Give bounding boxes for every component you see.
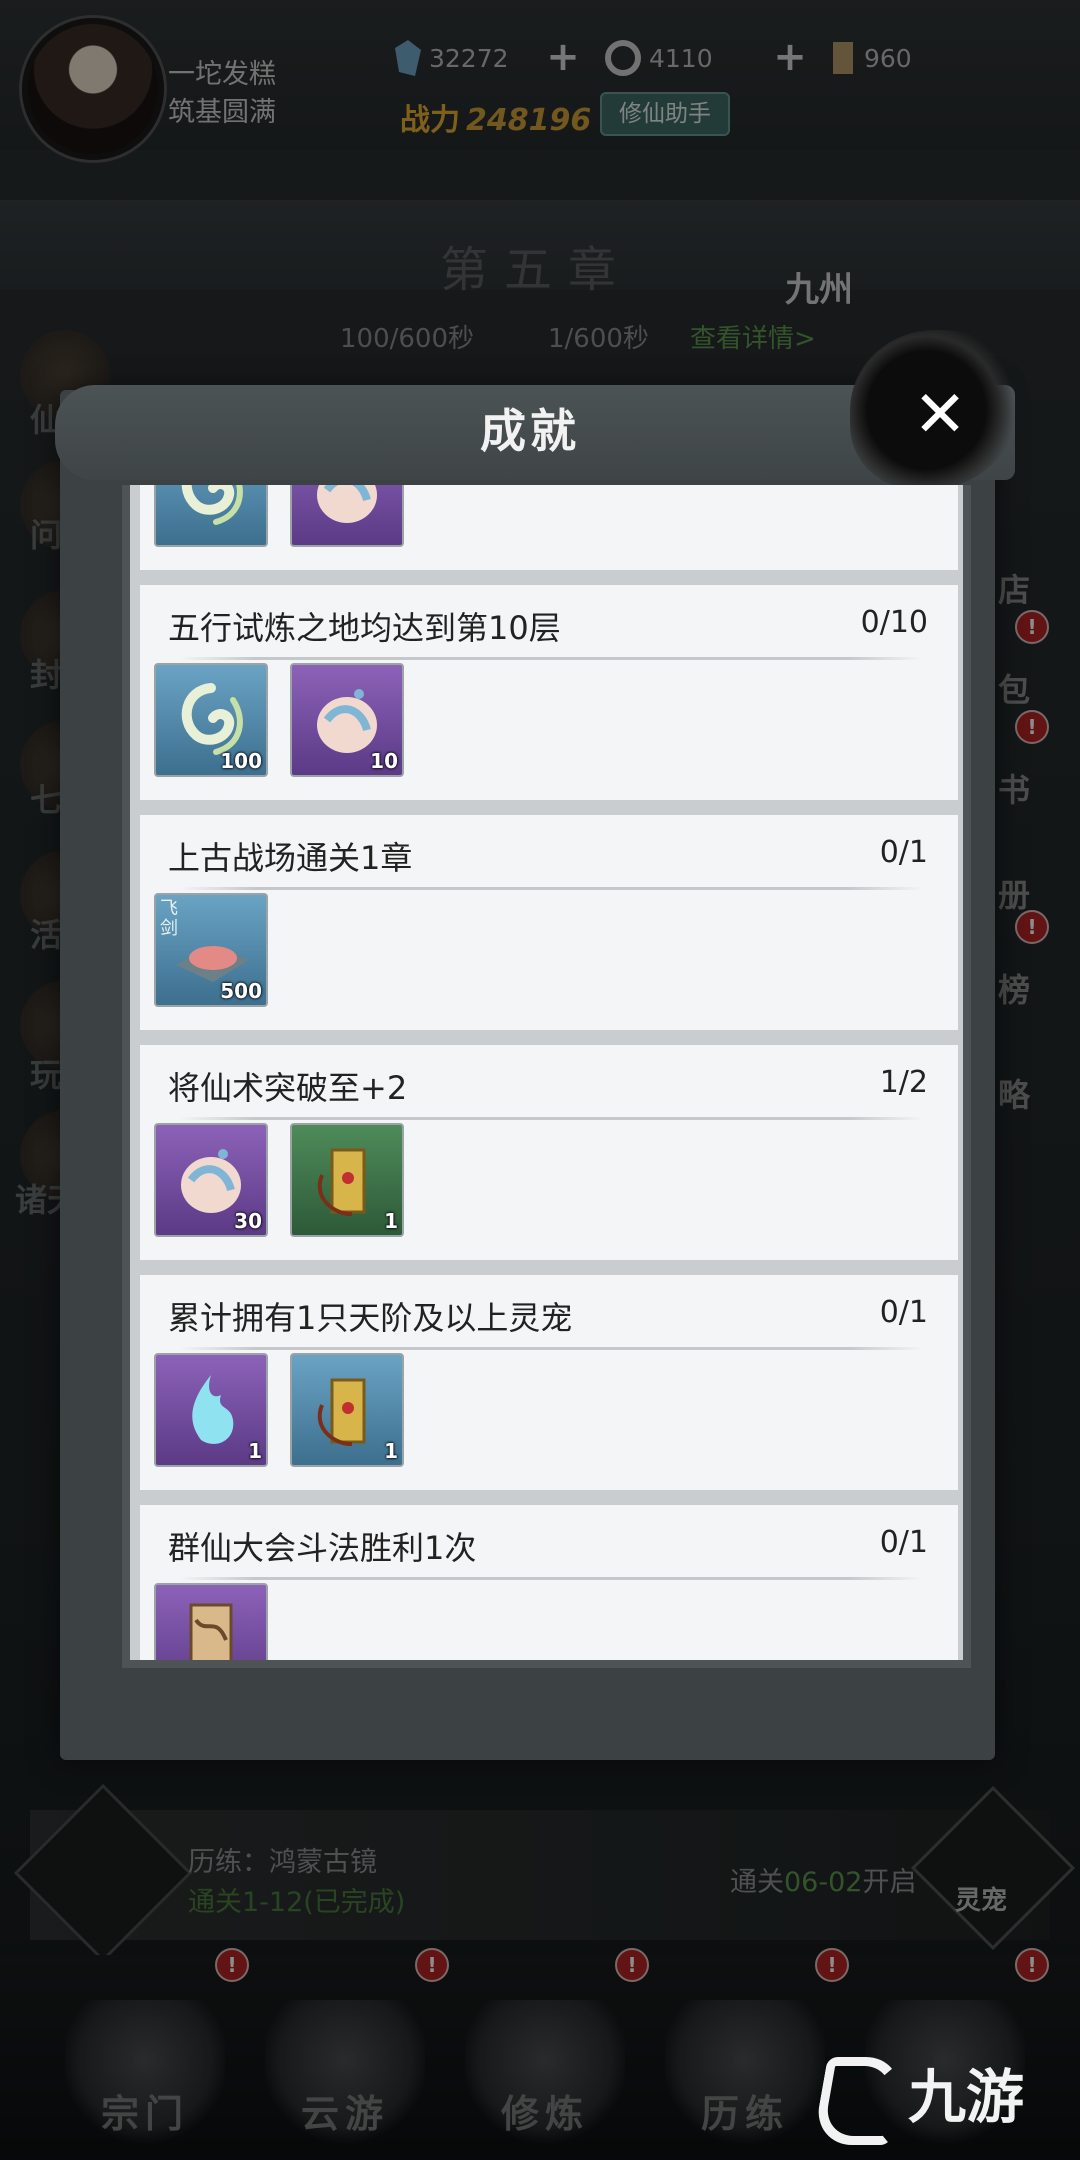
watermark-text: 九游 <box>908 2063 1025 2131</box>
logo-mark-icon <box>812 2056 906 2145</box>
achievement-card <box>140 485 958 570</box>
achievement-progress: 0/1 <box>879 1525 928 1560</box>
reward-item[interactable] <box>154 1583 268 1660</box>
reward-item[interactable] <box>290 485 404 547</box>
reward-list: 11 <box>154 1353 404 1467</box>
reward-quantity: 30 <box>234 1209 262 1233</box>
achievement-title: 五行试炼之地均达到第10层 <box>168 609 561 647</box>
reward-item[interactable]: 1 <box>290 1353 404 1467</box>
achievement-progress: 1/2 <box>879 1065 928 1100</box>
reward-list: 飞剑 500 <box>154 893 268 1007</box>
reward-tag: 飞剑 <box>160 898 178 939</box>
reward-item[interactable]: 1 <box>290 1123 404 1237</box>
reward-quantity: 1 <box>384 1439 398 1463</box>
achievement-title: 群仙大会斗法胜利1次 <box>168 1529 477 1567</box>
reward-item[interactable]: 100 <box>154 663 268 777</box>
achievement-card: 五行试炼之地均达到第10层 0/10 100 10 <box>140 585 958 800</box>
achievement-progress: 0/1 <box>879 1295 928 1330</box>
reward-item[interactable]: 1 <box>154 1353 268 1467</box>
divider <box>180 887 923 890</box>
reward-list <box>154 1583 268 1660</box>
divider <box>180 657 923 660</box>
achievement-progress: 0/1 <box>879 835 928 870</box>
modal-title: 成就 <box>480 404 580 458</box>
reward-quantity: 1 <box>248 1439 262 1463</box>
reward-item[interactable]: 10 <box>290 663 404 777</box>
achievement-card: 上古战场通关1章 0/1 飞剑 500 <box>140 815 958 1030</box>
achievement-card: 群仙大会斗法胜利1次 0/1 <box>140 1505 958 1660</box>
achievement-progress: 0/10 <box>860 605 928 640</box>
reward-item[interactable]: 30 <box>154 1123 268 1237</box>
achievement-card: 将仙术突破至+2 1/2 30 1 <box>140 1045 958 1260</box>
achievement-list[interactable]: 五行试炼之地均达到第10层 0/10 100 10 上古战场通关1章 0/1 飞剑 500 将仙… <box>122 485 971 1668</box>
reward-list: 30 1 <box>154 1123 404 1237</box>
reward-quantity: 10 <box>370 749 398 773</box>
reward-list <box>154 485 404 547</box>
close-button[interactable]: ✕ <box>900 375 980 455</box>
close-icon: ✕ <box>913 378 967 452</box>
achievement-title: 累计拥有1只天阶及以上灵宠 <box>168 1299 573 1337</box>
divider <box>180 1347 923 1350</box>
divider <box>180 1117 923 1120</box>
reward-list: 100 10 <box>154 663 404 777</box>
divider <box>180 1577 923 1580</box>
reward-quantity: 500 <box>220 979 262 1003</box>
achievement-title: 上古战场通关1章 <box>168 839 413 877</box>
achievement-title: 将仙术突破至+2 <box>168 1069 408 1107</box>
reward-item[interactable]: 飞剑 500 <box>154 893 268 1007</box>
achievement-card: 累计拥有1只天阶及以上灵宠 0/1 1 1 <box>140 1275 958 1490</box>
reward-quantity: 100 <box>220 749 262 773</box>
reward-item[interactable] <box>154 485 268 547</box>
watermark-logo: 九游 <box>812 2050 1025 2145</box>
reward-quantity: 1 <box>384 1209 398 1233</box>
